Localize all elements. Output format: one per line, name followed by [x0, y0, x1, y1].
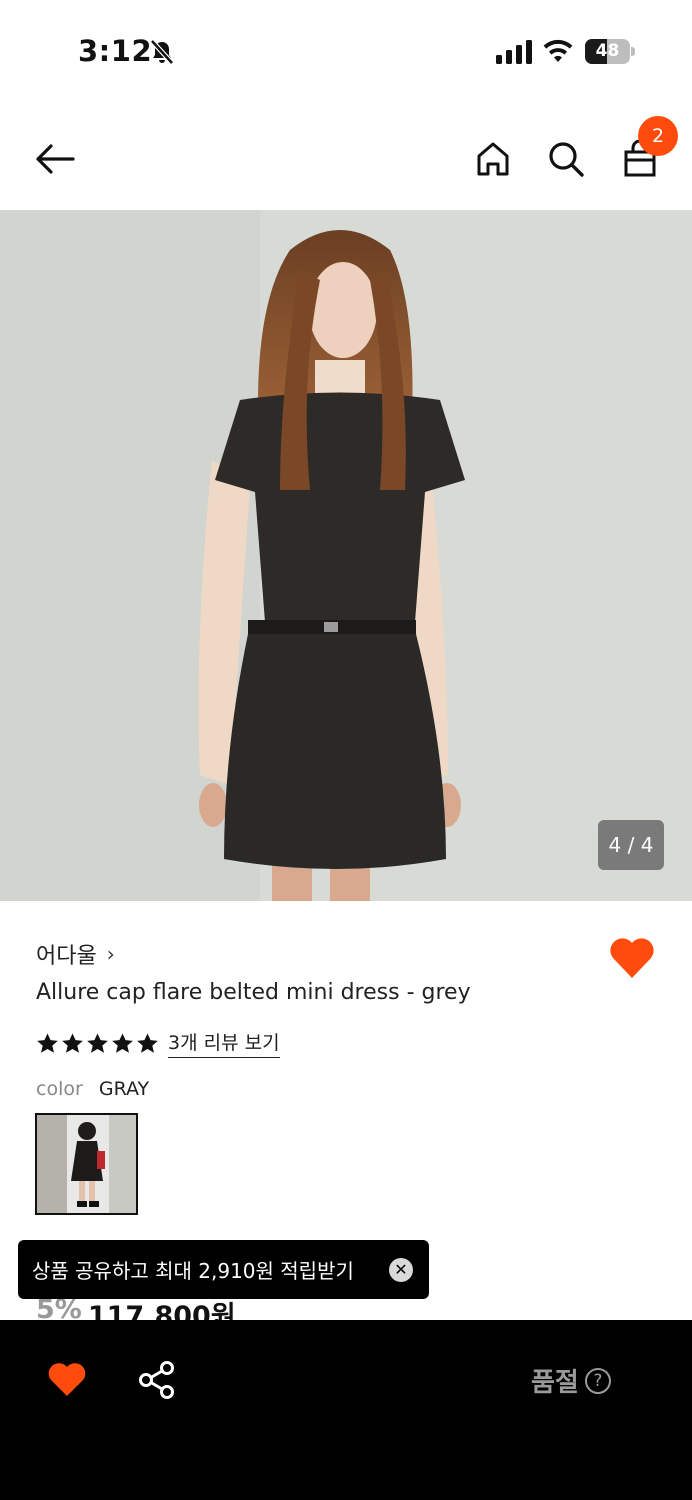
share-icon[interactable]: [137, 1360, 177, 1400]
color-label: color: [36, 1078, 83, 1100]
battery-percent: 48: [595, 41, 620, 61]
status-time: 3:12: [78, 34, 153, 68]
brand-link[interactable]: 어다울 ›: [36, 938, 115, 970]
wishlist-heart-icon-bottom[interactable]: [47, 1360, 87, 1398]
back-arrow-icon: [36, 144, 75, 174]
soldout-label: 품절: [531, 1368, 579, 1398]
product-photo: [0, 210, 692, 901]
cellular-signal-icon: [496, 40, 532, 64]
bell-off-icon: [150, 39, 174, 65]
star-icon: [37, 1032, 58, 1053]
product-image[interactable]: [0, 210, 692, 901]
star-icon: [87, 1032, 108, 1053]
star-icon: [62, 1032, 83, 1053]
star-icon: [112, 1032, 133, 1053]
search-button[interactable]: [543, 136, 589, 182]
toast-message: 상품 공유하고 최대 2,910원 적립받기: [32, 1259, 354, 1283]
brand-name: 어다울: [36, 944, 97, 969]
share-reward-toast[interactable]: 상품 공유하고 최대 2,910원 적립받기 ✕: [18, 1240, 429, 1299]
color-row: color GRAY: [36, 1078, 149, 1100]
color-value: GRAY: [98, 1078, 150, 1100]
color-swatch-thumbnail[interactable]: [35, 1113, 138, 1215]
bottom-action-bar: [0, 1320, 692, 1500]
cart-count-badge: 2: [638, 116, 678, 156]
home-button[interactable]: [470, 136, 516, 182]
wifi-icon: [543, 39, 573, 62]
soldout-status: 품절 ?: [531, 1362, 611, 1399]
search-icon: [549, 142, 584, 177]
status-bar: 3:12 48: [0, 0, 692, 100]
swatch-photo: [37, 1115, 136, 1213]
top-navigation: [0, 100, 692, 210]
star-icon: [137, 1032, 158, 1053]
help-icon[interactable]: ?: [584, 1367, 611, 1394]
close-icon[interactable]: ✕: [389, 1258, 413, 1282]
battery-indicator: 48: [585, 39, 635, 64]
back-button[interactable]: [32, 136, 78, 182]
wishlist-heart-icon[interactable]: [608, 934, 656, 980]
chevron-right-icon: ›: [106, 942, 115, 966]
rating-row: 3개 리뷰 보기: [36, 1028, 280, 1058]
review-link[interactable]: 3개 리뷰 보기: [168, 1028, 280, 1058]
product-title: Allure cap flare belted mini dress - gre…: [36, 980, 471, 1005]
rating-stars: [36, 1032, 159, 1055]
image-pager: 4 / 4: [598, 820, 664, 870]
home-icon: [477, 142, 509, 176]
